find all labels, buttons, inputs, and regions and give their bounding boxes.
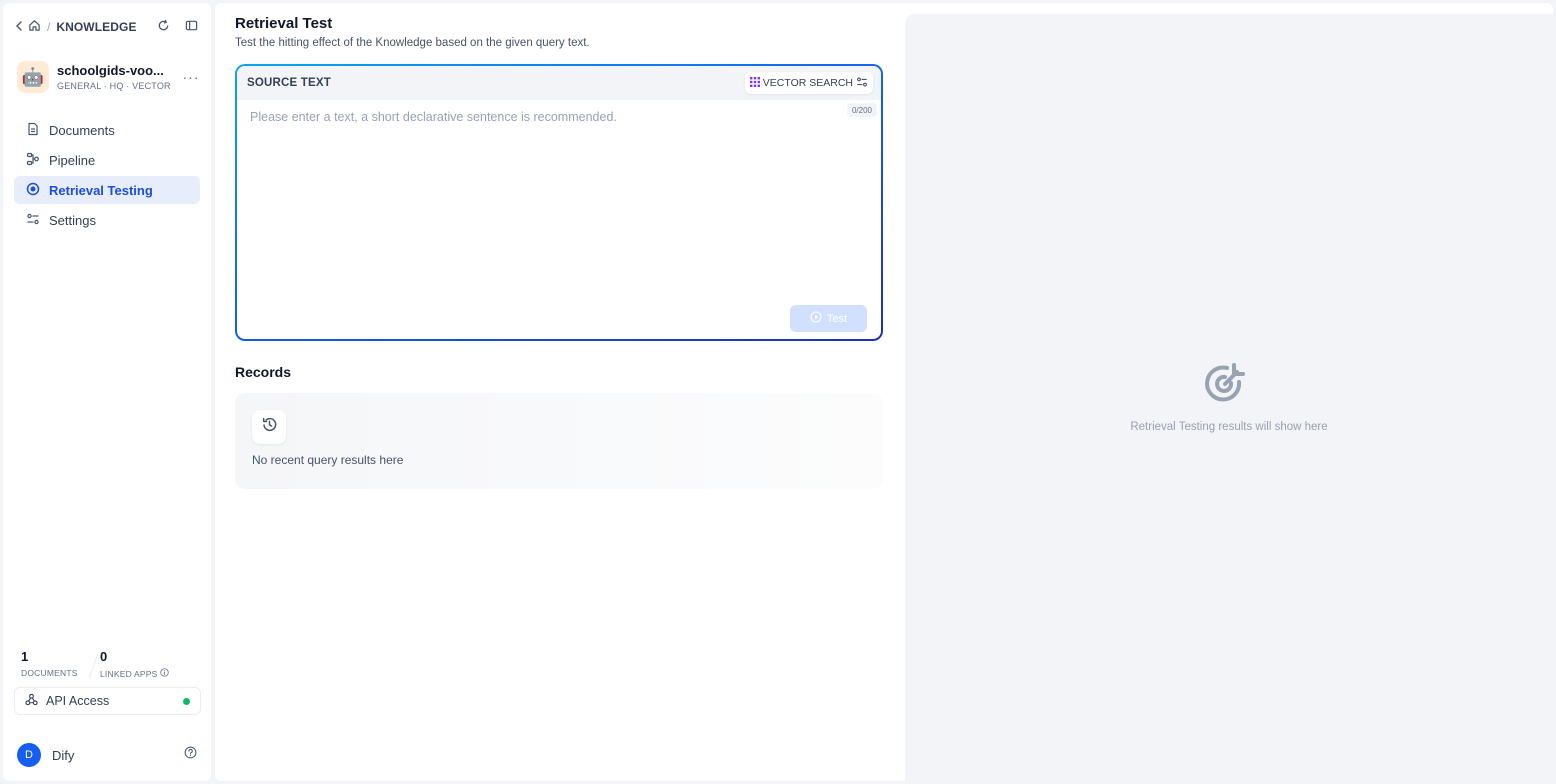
collapse-sidebar-icon[interactable] [183, 17, 199, 33]
source-text-label: SOURCE TEXT [247, 77, 331, 89]
history-icon-container [252, 410, 286, 444]
linked-apps-label: LINKED APPS [100, 668, 182, 679]
linked-apps-count: 0 [100, 649, 108, 664]
knowledge-meta: GENERAL · HQ · VECTOR [57, 81, 171, 91]
sidebar-top-actions [155, 17, 199, 33]
help-icon[interactable] [184, 746, 197, 764]
api-access-label: API Access [46, 694, 110, 708]
retrieval-settings-button[interactable]: VECTOR SEARCH [744, 72, 873, 94]
play-circle-icon [810, 311, 822, 326]
target-icon [26, 182, 40, 199]
vector-search-icon [749, 76, 760, 90]
api-access-button[interactable]: API Access [14, 687, 201, 715]
character-counter: 0/200 [846, 103, 877, 117]
query-box-header: SOURCE TEXT VECTOR SEARCH [237, 66, 881, 100]
breadcrumb-separator: / [47, 20, 51, 34]
records-empty-text: No recent query results here [252, 453, 404, 467]
linked-apps-stat: 0 LINKED APPS [100, 649, 182, 679]
test-button-label: Test [826, 312, 848, 325]
target-arrow-icon [1201, 360, 1249, 413]
documents-count: 1 [21, 649, 29, 664]
more-options-button[interactable]: ··· [179, 65, 203, 89]
sidebar-item-pipeline[interactable]: Pipeline [14, 146, 200, 174]
back-chevron-icon[interactable] [14, 20, 24, 35]
page-title: Retrieval Test [235, 15, 333, 32]
search-mode-label: VECTOR SEARCH [762, 77, 853, 89]
sidebar-item-label: Settings [49, 212, 96, 228]
user-name: Dify [52, 747, 75, 763]
test-button[interactable]: Test [790, 305, 867, 332]
records-title: Records [235, 364, 292, 380]
breadcrumb: / KNOWLEDGE [14, 17, 137, 37]
page-subtitle: Test the hitting effect of the Knowledge… [235, 37, 590, 49]
user-profile[interactable]: D Dify [17, 743, 197, 767]
sidebar-nav: Documents Pipeline Retrieval Testing Set… [14, 116, 200, 236]
refresh-icon[interactable] [155, 17, 171, 33]
results-empty-text: Retrieval Testing results will show here [1130, 421, 1328, 433]
sidebar-item-label: Documents [49, 122, 115, 138]
api-icon [25, 693, 38, 709]
sidebar-item-label: Retrieval Testing [49, 182, 153, 198]
avatar: D [17, 743, 41, 767]
sidebar-item-retrieval-testing[interactable]: Retrieval Testing [14, 176, 200, 204]
breadcrumb-knowledge[interactable]: KNOWLEDGE [56, 20, 136, 34]
knowledge-avatar: 🤖 [17, 61, 49, 93]
info-icon[interactable] [160, 668, 170, 679]
knowledge-name: schoolgids-voo... [57, 63, 164, 78]
knowledge-header: 🤖 schoolgids-voo... GENERAL · HQ · VECTO… [17, 57, 203, 97]
knowledge-stats: 1 DOCUMENTS 0 LINKED APPS [21, 649, 182, 679]
history-icon [261, 416, 278, 438]
pipeline-icon [26, 152, 40, 169]
settings-icon [26, 212, 40, 229]
results-panel: Retrieval Testing results will show here [905, 14, 1553, 781]
home-icon[interactable] [28, 19, 41, 35]
settings-sliders-icon [856, 76, 868, 91]
sidebar: / KNOWLEDGE 🤖 schoolgids-voo... GENERAL … [3, 3, 211, 781]
records-empty-state: No recent query results here [235, 393, 883, 489]
main-content: Retrieval Test Test the hitting effect o… [215, 3, 1553, 781]
sidebar-item-settings[interactable]: Settings [14, 206, 200, 234]
sidebar-item-documents[interactable]: Documents [14, 116, 200, 144]
query-input[interactable] [250, 110, 840, 290]
api-status-indicator [183, 697, 190, 705]
sidebar-item-label: Pipeline [49, 152, 96, 168]
query-box: SOURCE TEXT VECTOR SEARCH 0/200 Please e… [235, 64, 883, 341]
document-icon [26, 122, 40, 139]
robot-icon: 🤖 [21, 66, 45, 87]
